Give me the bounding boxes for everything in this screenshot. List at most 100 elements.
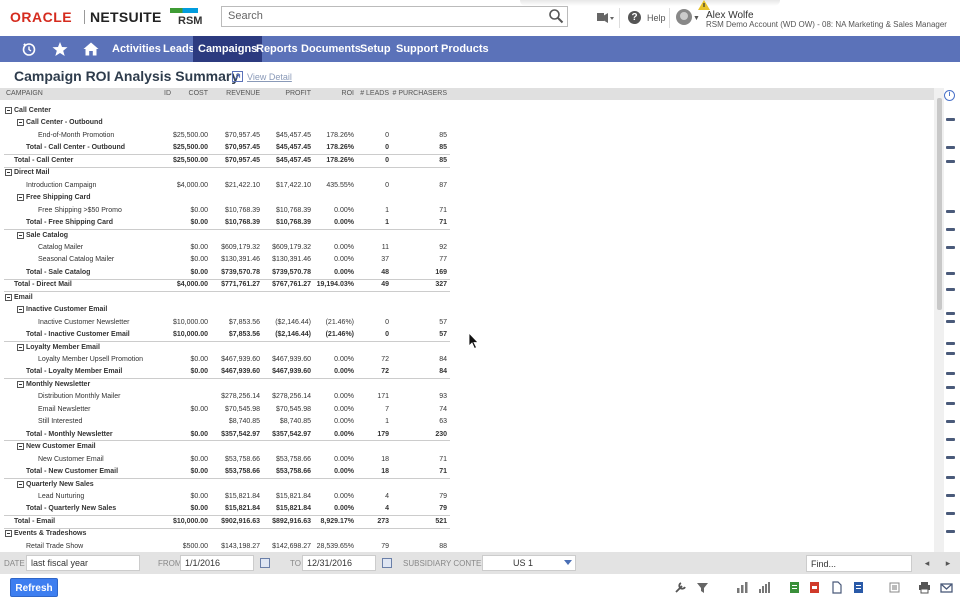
table-row[interactable]: Distribution Monthly Mailer $278,256.14 $2… bbox=[0, 391, 934, 403]
collapse-toggle-icon[interactable] bbox=[17, 443, 24, 451]
panel-marker[interactable] bbox=[946, 476, 955, 479]
column-header[interactable]: ROI bbox=[342, 90, 354, 97]
table-row[interactable]: Introduction Campaign $4,000.00 $21,422.10… bbox=[0, 180, 934, 192]
export-pdf-icon[interactable] bbox=[808, 581, 821, 594]
collapse-toggle-icon[interactable] bbox=[17, 306, 24, 314]
find-previous-icon[interactable]: ◂ bbox=[921, 556, 933, 570]
table-total-row[interactable]: Total - Email $10,000.00 $902,916.63 $892,9… bbox=[0, 516, 934, 529]
panel-marker[interactable] bbox=[946, 228, 955, 231]
refresh-button[interactable]: Refresh bbox=[10, 578, 58, 597]
table-group-row[interactable]: New Customer Email bbox=[0, 441, 934, 453]
customize-wrench-icon[interactable] bbox=[674, 581, 687, 594]
bar-chart-icon[interactable] bbox=[736, 581, 749, 594]
table-row[interactable]: Free Shipping >$50 Promo $0.00 $10,768.39 $… bbox=[0, 205, 934, 217]
user-avatar-icon[interactable] bbox=[676, 9, 692, 25]
help-icon[interactable]: ? bbox=[628, 11, 641, 24]
filter-icon[interactable] bbox=[696, 581, 709, 594]
view-detail-link[interactable]: View Detail bbox=[247, 72, 292, 82]
panel-marker[interactable] bbox=[946, 312, 955, 315]
table-row[interactable]: Email Newsletter $0.00 $70,545.98 $70,545.9… bbox=[0, 404, 934, 416]
collapse-toggle-icon[interactable] bbox=[17, 231, 24, 239]
table-group-row[interactable]: Call Center bbox=[0, 105, 934, 117]
table-row[interactable]: Still Interested $8,740.85 $8,740.85 0.00% 1… bbox=[0, 416, 934, 428]
panel-marker[interactable] bbox=[946, 420, 955, 423]
global-search-input[interactable]: Search bbox=[221, 6, 568, 27]
nav-products[interactable]: Products bbox=[436, 36, 494, 62]
panel-marker[interactable] bbox=[946, 146, 955, 149]
table-group-row[interactable]: Quarterly New Sales bbox=[0, 479, 934, 491]
calendar-icon[interactable] bbox=[382, 558, 392, 568]
column-chart-icon[interactable] bbox=[758, 581, 771, 594]
collapse-toggle-icon[interactable] bbox=[17, 194, 24, 202]
table-group-row[interactable]: Loyalty Member Email bbox=[0, 342, 934, 354]
table-row[interactable]: New Customer Email $0.00 $53,758.66 $53,758… bbox=[0, 454, 934, 466]
table-total-row[interactable]: Total - Call Center $25,500.00 $70,957.45 $… bbox=[0, 155, 934, 168]
user-role[interactable]: RSM Demo Account (WD OW) - 08: NA Market… bbox=[706, 20, 947, 29]
collapse-toggle-icon[interactable] bbox=[5, 293, 12, 301]
table-group-row[interactable]: Sale Catalog bbox=[0, 230, 934, 242]
panel-marker[interactable] bbox=[946, 372, 955, 375]
column-header[interactable]: # PURCHASERS bbox=[393, 90, 447, 97]
table-group-row[interactable]: Direct Mail bbox=[0, 167, 934, 179]
panel-marker[interactable] bbox=[946, 512, 955, 515]
export-csv-icon[interactable] bbox=[788, 581, 801, 594]
panel-marker[interactable] bbox=[946, 342, 955, 345]
column-header[interactable]: # LEADS bbox=[360, 90, 389, 97]
table-row[interactable]: Seasonal Catalog Mailer $0.00 $130,391.46 $… bbox=[0, 254, 934, 266]
table-total-row[interactable]: Total - Quarterly New Sales $0.00 $15,821.… bbox=[0, 503, 934, 517]
collapse-toggle-icon[interactable] bbox=[5, 107, 12, 114]
table-group-row[interactable]: Inactive Customer Email bbox=[0, 304, 934, 316]
nav-setup[interactable]: Setup bbox=[355, 36, 396, 62]
netsuite-logo[interactable]: NETSUITE bbox=[90, 9, 162, 25]
from-date-input[interactable]: 1/1/2016 bbox=[180, 555, 254, 571]
print-icon[interactable] bbox=[918, 581, 931, 594]
table-group-row[interactable]: Events & Tradeshows bbox=[0, 528, 934, 540]
panel-marker[interactable] bbox=[946, 272, 955, 275]
layout-icon[interactable] bbox=[888, 581, 901, 594]
collapse-toggle-icon[interactable] bbox=[17, 119, 24, 127]
table-total-row[interactable]: Total - Loyalty Member Email $0.00 $467,93… bbox=[0, 366, 934, 380]
collapse-toggle-icon[interactable] bbox=[5, 169, 12, 177]
column-header[interactable]: ID bbox=[164, 90, 171, 97]
table-row[interactable]: Retail Trade Show $500.00 $143,198.27 $142,… bbox=[0, 541, 934, 552]
column-header[interactable]: REVENUE bbox=[226, 90, 260, 97]
to-date-input[interactable]: 12/31/2016 bbox=[302, 555, 376, 571]
panel-marker[interactable] bbox=[946, 288, 955, 291]
date-range-select[interactable]: last fiscal year bbox=[26, 555, 140, 571]
help-link[interactable]: Help bbox=[647, 13, 666, 23]
table-group-row[interactable]: Monthly Newsletter bbox=[0, 379, 934, 391]
calendar-icon[interactable] bbox=[260, 558, 270, 568]
star-icon[interactable] bbox=[52, 41, 68, 57]
export-word-icon[interactable] bbox=[852, 581, 865, 594]
table-group-row[interactable]: Call Center - Outbound bbox=[0, 117, 934, 129]
table-total-row[interactable]: Total - New Customer Email $0.00 $53,758.6… bbox=[0, 466, 934, 479]
table-total-row[interactable]: Total - Inactive Customer Email $10,000.0… bbox=[0, 329, 934, 342]
table-total-row[interactable]: Total - Call Center - Outbound $25,500.00… bbox=[0, 142, 934, 156]
chevron-down-icon[interactable]: ▼ bbox=[693, 15, 700, 22]
table-total-row[interactable]: Total - Direct Mail $4,000.00 $771,761.27 $… bbox=[0, 279, 934, 293]
panel-marker[interactable] bbox=[946, 160, 955, 163]
panel-marker[interactable] bbox=[946, 352, 955, 355]
table-row[interactable]: Loyalty Member Upsell Promotion $0.00 $467… bbox=[0, 354, 934, 366]
panel-marker[interactable] bbox=[946, 118, 955, 121]
email-icon[interactable] bbox=[940, 581, 953, 594]
panel-marker[interactable] bbox=[946, 210, 955, 213]
collapse-toggle-icon[interactable] bbox=[17, 480, 24, 488]
panel-marker[interactable] bbox=[946, 530, 955, 533]
panel-marker[interactable] bbox=[946, 438, 955, 441]
nav-reports[interactable]: Reports bbox=[251, 36, 303, 62]
create-new-icon[interactable] bbox=[594, 10, 614, 26]
table-group-row[interactable]: Free Shipping Card bbox=[0, 192, 934, 204]
table-row[interactable]: Catalog Mailer $0.00 $609,179.32 $609,179.3… bbox=[0, 242, 934, 254]
panel-marker[interactable] bbox=[946, 320, 955, 323]
table-total-row[interactable]: Total - Sale Catalog $0.00 $739,570.78 $739… bbox=[0, 267, 934, 280]
warning-icon[interactable] bbox=[698, 0, 710, 10]
table-row[interactable]: Lead Nurturing $0.00 $15,821.84 $15,821.84 0… bbox=[0, 491, 934, 503]
info-icon[interactable]: i bbox=[944, 90, 955, 101]
table-total-row[interactable]: Total - Monthly Newsletter $0.00 $357,542.… bbox=[0, 429, 934, 442]
collapse-toggle-icon[interactable] bbox=[17, 380, 24, 388]
view-detail-icon[interactable] bbox=[232, 71, 243, 82]
panel-marker[interactable] bbox=[946, 246, 955, 249]
panel-marker[interactable] bbox=[946, 494, 955, 497]
table-row[interactable]: End-of-Month Promotion $25,500.00 $70,957.… bbox=[0, 130, 934, 142]
